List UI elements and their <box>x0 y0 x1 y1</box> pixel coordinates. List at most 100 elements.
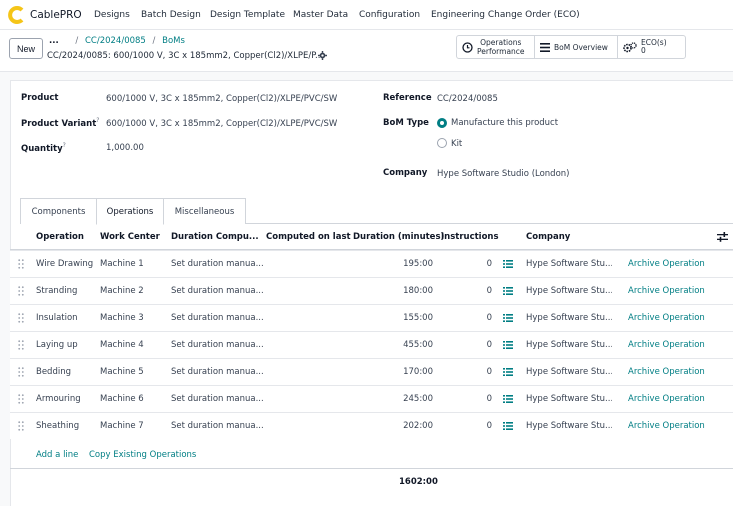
archive-operation-button[interactable]: Archive Operation <box>628 340 705 350</box>
quantity-field[interactable]: 1,000.00 <box>106 143 144 153</box>
app-name[interactable]: CablePRO <box>30 9 82 21</box>
cell-work-center: Machine 7 <box>100 421 144 431</box>
cell-work-center: Machine 2 <box>100 286 144 296</box>
table-row[interactable]: Laying up Machine 4 Set duration manua... 4… <box>10 331 733 358</box>
instructions-list-icon[interactable] <box>503 260 513 268</box>
cell-work-center: Machine 3 <box>100 313 144 323</box>
quantity-text: Quantity <box>21 143 63 154</box>
eco-button[interactable]: ECO(s) 0 <box>618 36 684 58</box>
drag-handle-icon[interactable] <box>18 340 24 350</box>
breadcrumb-separator: / <box>152 36 156 46</box>
table-row[interactable]: Armouring Machine 6 Set duration manua... 2… <box>10 385 733 412</box>
archive-operation-button[interactable]: Archive Operation <box>628 259 705 269</box>
tab-miscellaneous[interactable]: Miscellaneous <box>163 198 246 224</box>
smart-buttons: Operations Performance BoM Overview ECO(… <box>456 35 686 59</box>
drag-handle-icon[interactable] <box>18 367 24 377</box>
product-variant-label: Product Variant? <box>21 117 99 129</box>
instructions-list-icon[interactable] <box>503 422 513 430</box>
menu-master-data[interactable]: Master Data <box>293 10 348 20</box>
cell-work-center: Machine 4 <box>100 340 144 350</box>
table-row[interactable]: Sheathing Machine 7 Set duration manua... 2… <box>10 412 733 439</box>
cell-company: Hype Software Stu... <box>526 259 612 269</box>
menu-batch-design[interactable]: Batch Design <box>141 10 201 20</box>
product-field[interactable]: 600/1000 V, 3C x 185mm2, Copper(Cl2)/XLP… <box>106 94 337 104</box>
clock-icon <box>462 41 473 53</box>
reference-field[interactable]: CC/2024/0085 <box>437 94 498 104</box>
archive-operation-button[interactable]: Archive Operation <box>628 367 705 377</box>
column-operation[interactable]: Operation <box>36 232 84 242</box>
instructions-list-icon[interactable] <box>503 341 513 349</box>
column-computed-on-last[interactable]: Computed on last <box>266 232 351 242</box>
product-variant-text: Product Variant <box>21 118 97 129</box>
company-field[interactable]: Hype Software Studio (London) <box>437 169 570 179</box>
instructions-list-icon[interactable] <box>503 314 513 322</box>
drag-handle-icon[interactable] <box>18 286 24 296</box>
archive-operation-button[interactable]: Archive Operation <box>628 286 705 296</box>
cell-duration: 202:00 <box>403 421 433 431</box>
cell-duration: 245:00 <box>403 394 433 404</box>
table-row[interactable]: Wire Drawing Machine 1 Set duration manua.… <box>10 250 733 277</box>
bom-overview-label: BoM Overview <box>554 42 608 52</box>
cell-operation: Armouring <box>36 394 81 404</box>
cell-duration-computation: Set duration manua... <box>171 367 263 377</box>
bom-type-manufacture-radio[interactable] <box>437 118 447 128</box>
cell-company: Hype Software Stu... <box>526 394 612 404</box>
menu-configuration[interactable]: Configuration <box>359 10 420 20</box>
instructions-list-icon[interactable] <box>503 368 513 376</box>
menu-design-template[interactable]: Design Template <box>210 10 285 20</box>
operations-performance-button[interactable]: Operations Performance <box>457 36 535 58</box>
menu-eco[interactable]: Engineering Change Order (ECO) <box>431 10 580 20</box>
breadcrumb-boms[interactable]: BoMs <box>162 36 185 46</box>
tab-components[interactable]: Components <box>20 198 97 224</box>
table-row[interactable]: Bedding Machine 5 Set duration manua... 170… <box>10 358 733 385</box>
add-line-link[interactable]: Add a line <box>36 450 78 460</box>
instructions-list-icon[interactable] <box>503 395 513 403</box>
app-logo-icon[interactable] <box>8 6 26 24</box>
cell-operation: Laying up <box>36 340 78 350</box>
drag-handle-icon[interactable] <box>18 394 24 404</box>
cell-company: Hype Software Stu... <box>526 286 612 296</box>
cell-instructions: 0 <box>486 313 492 323</box>
archive-operation-button[interactable]: Archive Operation <box>628 421 705 431</box>
drag-handle-icon[interactable] <box>18 313 24 323</box>
company-label: Company <box>383 168 428 178</box>
breadcrumb-record[interactable]: CC/2024/0085 <box>85 36 146 46</box>
help-icon[interactable]: ? <box>63 142 66 149</box>
menu-designs[interactable]: Designs <box>94 10 130 20</box>
performance-label: Performance <box>477 47 525 56</box>
cell-duration-computation: Set duration manua... <box>171 259 263 269</box>
column-duration-computation[interactable]: Duration Compu... <box>171 232 259 242</box>
cell-instructions: 0 <box>486 394 492 404</box>
column-work-center[interactable]: Work Center <box>100 232 160 242</box>
drag-handle-icon[interactable] <box>18 259 24 269</box>
archive-operation-button[interactable]: Archive Operation <box>628 313 705 323</box>
copy-existing-operations-link[interactable]: Copy Existing Operations <box>89 450 196 460</box>
column-instructions[interactable]: Instructions <box>441 232 499 242</box>
gear-icon[interactable] <box>318 51 327 60</box>
table-row[interactable]: Stranding Machine 2 Set duration manua... 1… <box>10 277 733 304</box>
optional-columns-icon[interactable] <box>717 232 728 242</box>
column-duration-minutes[interactable]: Duration (minutes) <box>353 232 444 242</box>
table-row[interactable]: Insulation Machine 3 Set duration manua...… <box>10 304 733 331</box>
bom-type-manufacture-label[interactable]: Manufacture this product <box>451 118 558 128</box>
cell-duration: 455:00 <box>403 340 433 350</box>
bom-type-kit-label[interactable]: Kit <box>451 139 462 149</box>
new-button[interactable]: New <box>9 38 43 59</box>
column-company[interactable]: Company <box>526 232 570 242</box>
drag-handle-icon[interactable] <box>18 421 24 431</box>
help-icon[interactable]: ? <box>96 117 99 124</box>
cell-company: Hype Software Stu... <box>526 367 612 377</box>
archive-operation-button[interactable]: Archive Operation <box>628 394 705 404</box>
cell-duration: 195:00 <box>403 259 433 269</box>
bom-type-label: BoM Type <box>383 118 429 128</box>
product-variant-field[interactable]: 600/1000 V, 3C x 185mm2, Copper(Cl2)/XLP… <box>106 119 337 129</box>
tab-operations[interactable]: Operations <box>96 198 164 225</box>
bom-type-kit-radio[interactable] <box>437 138 447 148</box>
cell-duration: 155:00 <box>403 313 433 323</box>
eco-count: 0 <box>641 46 646 55</box>
bom-overview-button[interactable]: BoM Overview <box>535 36 618 58</box>
product-label: Product <box>21 93 59 103</box>
cell-instructions: 0 <box>486 286 492 296</box>
instructions-list-icon[interactable] <box>503 287 513 295</box>
breadcrumb-more[interactable]: ... <box>49 36 59 46</box>
